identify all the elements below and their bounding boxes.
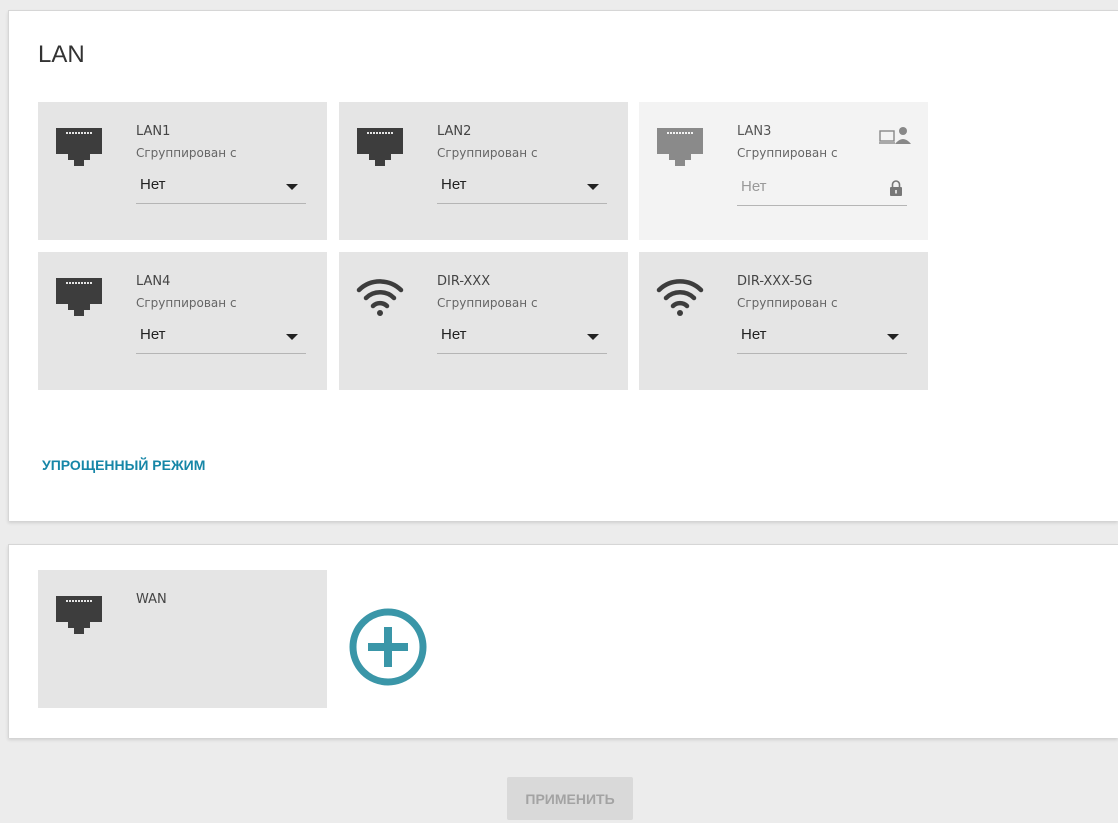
caret-down-icon: [286, 184, 298, 190]
apply-button[interactable]: ПРИМЕНИТЬ: [507, 777, 633, 820]
caret-down-icon: [887, 334, 899, 340]
port-name: LAN4: [136, 274, 171, 289]
port-group-label: Сгруппирован с: [437, 146, 538, 160]
ethernet-port-icon: [657, 128, 703, 166]
group-select[interactable]: Нет: [737, 322, 907, 354]
group-select[interactable]: Нет: [136, 172, 306, 204]
port-name: LAN2: [437, 124, 472, 139]
lock-icon: [890, 180, 902, 196]
wifi-name: DIR-XXX: [437, 274, 491, 289]
group-select-value: Нет: [140, 326, 166, 343]
port-card-lan1[interactable]: LAN1 Сгруппирован с Нет: [38, 102, 327, 240]
group-select-value: Нет: [741, 178, 767, 195]
port-group-label: Сгруппирован с: [136, 146, 237, 160]
group-select[interactable]: Нет: [437, 322, 607, 354]
port-group-label: Сгруппирован с: [437, 296, 538, 310]
group-select[interactable]: Нет: [437, 172, 607, 204]
port-name: LAN3: [737, 124, 772, 139]
wifi-card-2g[interactable]: DIR-XXX Сгруппирован с Нет: [339, 252, 628, 390]
ethernet-port-icon: [56, 596, 102, 634]
port-name: LAN1: [136, 124, 171, 139]
port-card-wan[interactable]: WAN: [38, 570, 327, 708]
simple-mode-link[interactable]: УПРОЩЕННЫЙ РЕЖИМ: [42, 457, 205, 473]
group-select[interactable]: Нет: [136, 322, 306, 354]
ethernet-port-icon: [56, 278, 102, 316]
lan-panel-title: LAN: [38, 41, 85, 68]
port-group-label: Сгруппирован с: [737, 296, 838, 310]
caret-down-icon: [587, 184, 599, 190]
wifi-icon: [356, 279, 404, 316]
ethernet-port-icon: [56, 128, 102, 166]
caret-down-icon: [587, 334, 599, 340]
port-card-lan4[interactable]: LAN4 Сгруппирован с Нет: [38, 252, 327, 390]
port-card-lan2[interactable]: LAN2 Сгруппирован с Нет: [339, 102, 628, 240]
wifi-name: DIR-XXX-5G: [737, 274, 813, 289]
group-select-value: Нет: [140, 176, 166, 193]
ethernet-port-icon: [357, 128, 403, 166]
computer-user-icon: [879, 127, 911, 144]
port-group-label: Сгруппирован с: [136, 296, 237, 310]
wifi-card-5g[interactable]: DIR-XXX-5G Сгруппирован с Нет: [639, 252, 928, 390]
group-select-value: Нет: [741, 326, 767, 343]
port-group-label: Сгруппирован с: [737, 146, 838, 160]
group-select-value: Нет: [441, 176, 467, 193]
wan-panel: WAN: [8, 544, 1118, 738]
group-select-value: Нет: [441, 326, 467, 343]
caret-down-icon: [286, 334, 298, 340]
add-circle-icon[interactable]: [348, 607, 428, 687]
port-name: WAN: [136, 592, 167, 607]
wifi-icon: [656, 279, 704, 316]
port-card-lan3: LAN3 Сгруппирован с Нет: [639, 102, 928, 240]
group-select: Нет: [737, 174, 907, 206]
lan-panel: LAN LAN1 Сгруппирован с Нет LAN2 Сгруппи…: [8, 10, 1118, 521]
